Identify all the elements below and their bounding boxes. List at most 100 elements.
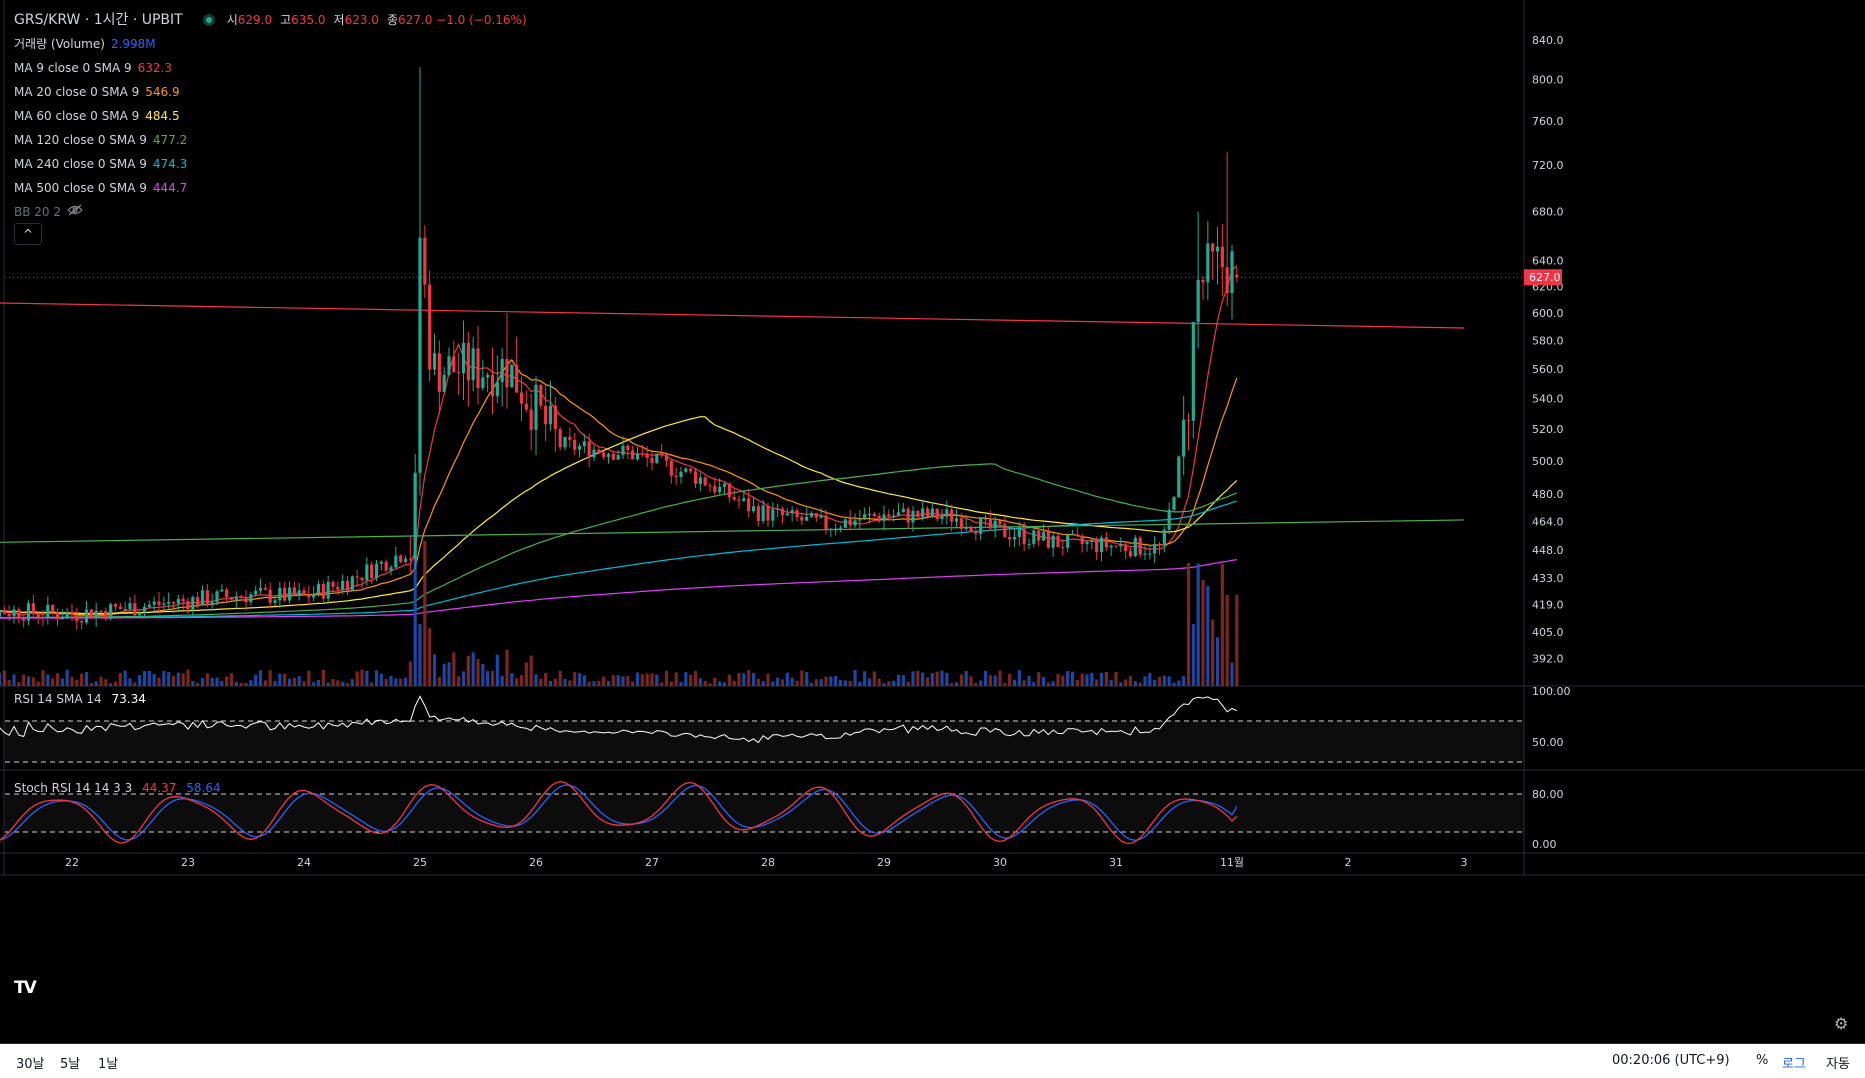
candle-body (925, 508, 930, 517)
volume-bar (539, 678, 543, 686)
legend-item[interactable]: MA 120 close 0 SMA 9 477.2 (14, 128, 535, 152)
volume-bar (2, 670, 6, 686)
range-5d-button[interactable]: 5날 (60, 1053, 80, 1072)
candle-body (877, 516, 881, 522)
bb-legend[interactable]: BB 20 2 (14, 200, 535, 224)
volume-bar (336, 680, 340, 686)
low-label: 저 (333, 13, 345, 27)
volume-bar (370, 682, 374, 686)
volume-bar (616, 675, 620, 686)
volume-bar (331, 679, 335, 686)
volume-bar (1041, 676, 1046, 686)
volume-bar (1051, 681, 1055, 686)
rsi-legend[interactable]: RSI 14 SMA 14 73.34 (14, 692, 152, 706)
volume-bar (1109, 680, 1113, 686)
stoch-legend[interactable]: Stoch RSI 14 14 3 3 44.37 58.64 (14, 781, 227, 795)
volume-bar (790, 677, 794, 686)
volume-bar (582, 675, 586, 686)
legend: GRS/KRW · 1시간 · UPBIT 시 629.0 고 635.0 저 … (14, 8, 535, 224)
volume-bar (1191, 624, 1195, 686)
symbol-row[interactable]: GRS/KRW · 1시간 · UPBIT 시 629.0 고 635.0 저 … (14, 8, 535, 32)
candle-body (597, 449, 601, 453)
volume-bar (142, 670, 147, 686)
volume-bar (283, 673, 287, 686)
candle-body (370, 564, 374, 579)
candle-body (1167, 509, 1171, 530)
volume-bar (360, 669, 364, 686)
volume-bar (698, 678, 702, 686)
volume-bar (1022, 680, 1026, 686)
candle-body (316, 583, 321, 595)
candle-body (65, 612, 69, 619)
candle-body (437, 353, 441, 392)
legend-item[interactable]: MA 60 close 0 SMA 9 484.5 (14, 104, 535, 128)
candle-body (249, 594, 253, 603)
candle-body (858, 519, 862, 521)
stoch-k-value: 44.37 (142, 781, 177, 795)
legend-item[interactable]: MA 500 close 0 SMA 9 444.7 (14, 176, 535, 200)
candle-body (1133, 537, 1137, 557)
legend-item[interactable]: 거래량 (Volume) 2.998M (14, 32, 535, 56)
volume-bar (379, 673, 383, 686)
volume-bar (41, 670, 45, 686)
volume-bar (171, 675, 176, 686)
volume-bar (655, 674, 659, 686)
candle-body (534, 384, 538, 430)
eye-hidden-icon[interactable] (67, 200, 83, 224)
percent-scale-button[interactable]: % (1756, 1053, 1768, 1068)
volume-bar (916, 670, 920, 686)
volume-bar (544, 672, 548, 686)
candle-body (452, 356, 456, 373)
volume-bar (1182, 676, 1186, 686)
candle-body (229, 597, 234, 600)
volume-bar (732, 680, 736, 686)
volume-bar (650, 673, 654, 686)
range-1d-button[interactable]: 1날 (98, 1053, 118, 1072)
candle-body (403, 558, 408, 562)
volume-bar (234, 681, 238, 686)
volume-bar (776, 677, 780, 686)
candle-body (703, 477, 707, 486)
volume-bar (660, 682, 664, 686)
volume-bar (249, 680, 253, 686)
volume-bar (452, 652, 456, 686)
volume-bar (1235, 594, 1239, 686)
volume-bar (635, 672, 640, 686)
legend-item[interactable]: MA 240 close 0 SMA 9 474.3 (14, 152, 535, 176)
tradingview-logo[interactable]: TV (14, 978, 37, 998)
candle-body (684, 468, 688, 472)
candle-body (495, 381, 499, 397)
log-scale-button[interactable]: 로그 (1782, 1053, 1806, 1072)
candle-body (287, 587, 292, 601)
candle-body (824, 515, 828, 530)
auto-scale-button[interactable]: 자동 (1826, 1053, 1850, 1072)
price-tick-label: 419.0 (1532, 599, 1564, 612)
time-tick-label: 31 (1109, 856, 1123, 869)
candle-body (838, 527, 843, 529)
candle-body (1211, 243, 1215, 252)
collapse-legend-button[interactable]: ^ (14, 223, 42, 245)
range-30d-button[interactable]: 30날 (16, 1053, 45, 1072)
candle-body (602, 452, 606, 457)
volume-bar (761, 681, 765, 686)
volume-bar (292, 677, 296, 686)
legend-item[interactable]: MA 9 close 0 SMA 9 632.3 (14, 56, 535, 80)
volume-bar (631, 681, 635, 686)
candle-body (1090, 540, 1094, 542)
legend-item[interactable]: MA 20 close 0 SMA 9 546.9 (14, 80, 535, 104)
volume-bar (684, 672, 688, 686)
legend-item-value: 474.3 (152, 157, 188, 171)
price-tick-label: 540.0 (1532, 393, 1564, 406)
volume-bar (606, 680, 611, 686)
clock[interactable]: 00:20:06 (UTC+9) (1612, 1053, 1730, 1068)
low-value: 623.0 (344, 13, 379, 27)
candle-body (36, 613, 40, 618)
candle-body (447, 356, 451, 375)
volume-bar (355, 671, 359, 686)
candle-body (326, 581, 330, 599)
candle-body (829, 528, 833, 530)
time-tick-label: 27 (645, 856, 659, 869)
settings-gear-icon[interactable]: ⚙ (1834, 1014, 1848, 1033)
candle-body (519, 392, 524, 404)
price-tick-label: 600.0 (1532, 307, 1564, 320)
